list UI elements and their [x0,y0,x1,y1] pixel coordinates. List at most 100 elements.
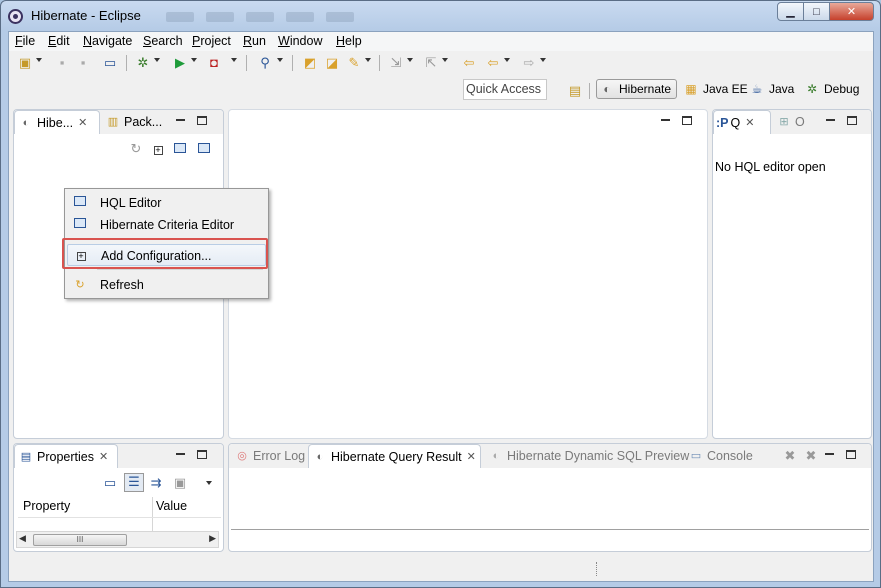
tab-label: O [795,115,805,129]
save-icon[interactable]: ▪ [54,55,70,71]
external-tools-dropdown-arrow[interactable] [231,58,237,62]
menu-label: avigate [92,34,133,48]
tab-hibernate-dynamic-sql-preview[interactable]: ◐ Hibernate Dynamic SQL Preview [485,444,693,468]
editor-area[interactable] [228,109,708,439]
close-tab-icon[interactable]: ✕ [78,116,87,129]
scroll-right-icon[interactable]: ▶ [209,533,216,544]
view-menu-arrow[interactable] [206,481,212,485]
last-edit-icon[interactable]: ⇦ [461,55,477,71]
hibernate-icon: ◐ [22,117,30,129]
search-icon[interactable]: ⚲ [257,55,273,71]
tab-outline[interactable]: ⊞ O [773,110,809,134]
perspective-java-ee[interactable]: ▦ Java EE [684,82,747,96]
annotation-icon[interactable]: ✎ [346,55,362,71]
menu-item-label: HQL Editor [100,196,162,210]
menu-label: earch [151,34,183,48]
perspective-debug[interactable]: ✲ Debug [805,82,859,96]
menu-file[interactable]: File [15,34,35,48]
menu-item-hql-editor[interactable]: HQL Editor [67,192,266,214]
tab-label: Hibernate Dynamic SQL Preview [507,449,690,463]
menu-item-refresh[interactable]: ↻ Refresh [67,274,266,296]
run-icon[interactable]: ▶ [172,55,188,71]
perspective-hibernate[interactable]: ◐ Hibernate [596,79,678,99]
debug-icon[interactable]: ✲ [135,55,151,71]
menu-help[interactable]: Help [336,34,362,48]
minimize-view-icon[interactable] [826,119,835,122]
close-tab-icon[interactable]: ✕ [745,116,754,129]
back-icon[interactable]: ⇦ [485,55,501,71]
new-icon[interactable]: ▣ [17,55,33,71]
add-configuration-icon[interactable]: + [150,141,166,157]
properties-horizontal-scrollbar[interactable]: ◀ III ▶ [16,531,219,548]
minimize-view-icon[interactable] [661,119,670,122]
new-dropdown-arrow[interactable] [36,58,42,62]
refresh-icon[interactable]: ↻ [128,141,144,157]
open-type-icon[interactable]: ◩ [302,55,318,71]
maximize-view-icon[interactable] [197,449,207,459]
debug-dropdown-arrow[interactable] [154,58,160,62]
maximize-view-icon[interactable] [197,115,207,125]
workbench: File Edit Navigate Search Project Run Wi… [8,31,874,582]
minimize-view-icon[interactable] [176,453,185,456]
maximize-button[interactable]: □ [803,2,830,21]
prev-annotation-dropdown-arrow[interactable] [442,58,448,62]
trim-grip[interactable] [596,562,599,576]
annotation-dropdown-arrow[interactable] [365,58,371,62]
maximize-view-icon[interactable] [846,449,856,459]
refresh-icon: ↻ [75,279,85,291]
remove-all-icon[interactable]: ✖ [803,448,819,464]
tab-properties[interactable]: ▤ Properties ✕ [14,444,118,468]
tab-hibernate-query-result[interactable]: ◐ Hibernate Query Result ✕ [308,444,481,468]
search-dropdown-arrow[interactable] [277,58,283,62]
next-annotation-icon[interactable]: ⇲ [388,55,404,71]
menu-item-criteria-editor[interactable]: Hibernate Criteria Editor [67,214,266,236]
prev-annotation-icon[interactable]: ⇱ [423,55,439,71]
column-header-property[interactable]: Property [23,499,70,513]
perspective-java[interactable]: ☕ Java [750,82,795,96]
tab-query-parameters[interactable]: :P Q ✕ [713,110,771,134]
forward-dropdown-arrow[interactable] [540,58,546,62]
scroll-thumb[interactable]: III [33,534,127,546]
outline-icon: ⊞ [779,116,789,128]
tab-hibernate-configurations[interactable]: ◐ Hibe... ✕ [14,110,100,134]
next-annotation-dropdown-arrow[interactable] [407,58,413,62]
pin-icon[interactable]: ▭ [102,475,118,491]
title-bar[interactable]: Hibernate - Eclipse ▁ □ ✕ [1,1,880,31]
minimize-view-icon[interactable] [825,453,834,456]
menu-search[interactable]: Search [143,34,183,48]
maximize-view-icon[interactable] [847,115,857,125]
maximize-view-icon[interactable] [682,115,692,125]
close-button[interactable]: ✕ [829,2,874,21]
close-tab-icon[interactable]: ✕ [99,450,108,463]
scroll-left-icon[interactable]: ◀ [19,533,26,544]
external-tools-icon[interactable]: ◘ [206,55,222,71]
column-header-value[interactable]: Value [156,499,187,513]
tab-console[interactable]: ▭ Console [685,444,757,468]
open-perspective-icon[interactable]: ▤ [567,83,583,99]
menu-run[interactable]: Run [243,34,266,48]
console-icon[interactable]: ▭ [102,55,118,71]
criteria-editor-icon[interactable] [196,141,212,157]
open-resource-icon[interactable]: ◪ [324,55,340,71]
tab-error-log[interactable]: ◎ Error Log [231,444,309,468]
show-advanced-icon[interactable]: ⇉ [148,475,164,491]
hql-editor-icon[interactable] [172,141,188,157]
tab-package-explorer[interactable]: ▥ Pack... [102,110,166,134]
remove-icon[interactable]: ✖ [782,448,798,464]
menu-edit[interactable]: Edit [48,34,70,48]
forward-icon[interactable]: ⇨ [521,55,537,71]
run-dropdown-arrow[interactable] [191,58,197,62]
perspective-label: Debug [824,82,860,96]
menu-window[interactable]: Window [278,34,322,48]
back-dropdown-arrow[interactable] [504,58,510,62]
minimize-view-icon[interactable] [176,119,185,122]
restore-default-icon[interactable]: ▣ [172,475,188,491]
menu-project[interactable]: Project [192,34,231,48]
menu-navigate[interactable]: Navigate [83,34,132,48]
save-all-icon[interactable]: ▪ [75,55,91,71]
tab-label: Q [730,116,741,130]
quick-access-input[interactable]: Quick Access [463,79,547,100]
show-categories-icon[interactable]: ☰ [124,473,144,492]
minimize-button[interactable]: ▁ [777,2,804,21]
close-tab-icon[interactable]: ✕ [467,450,476,463]
